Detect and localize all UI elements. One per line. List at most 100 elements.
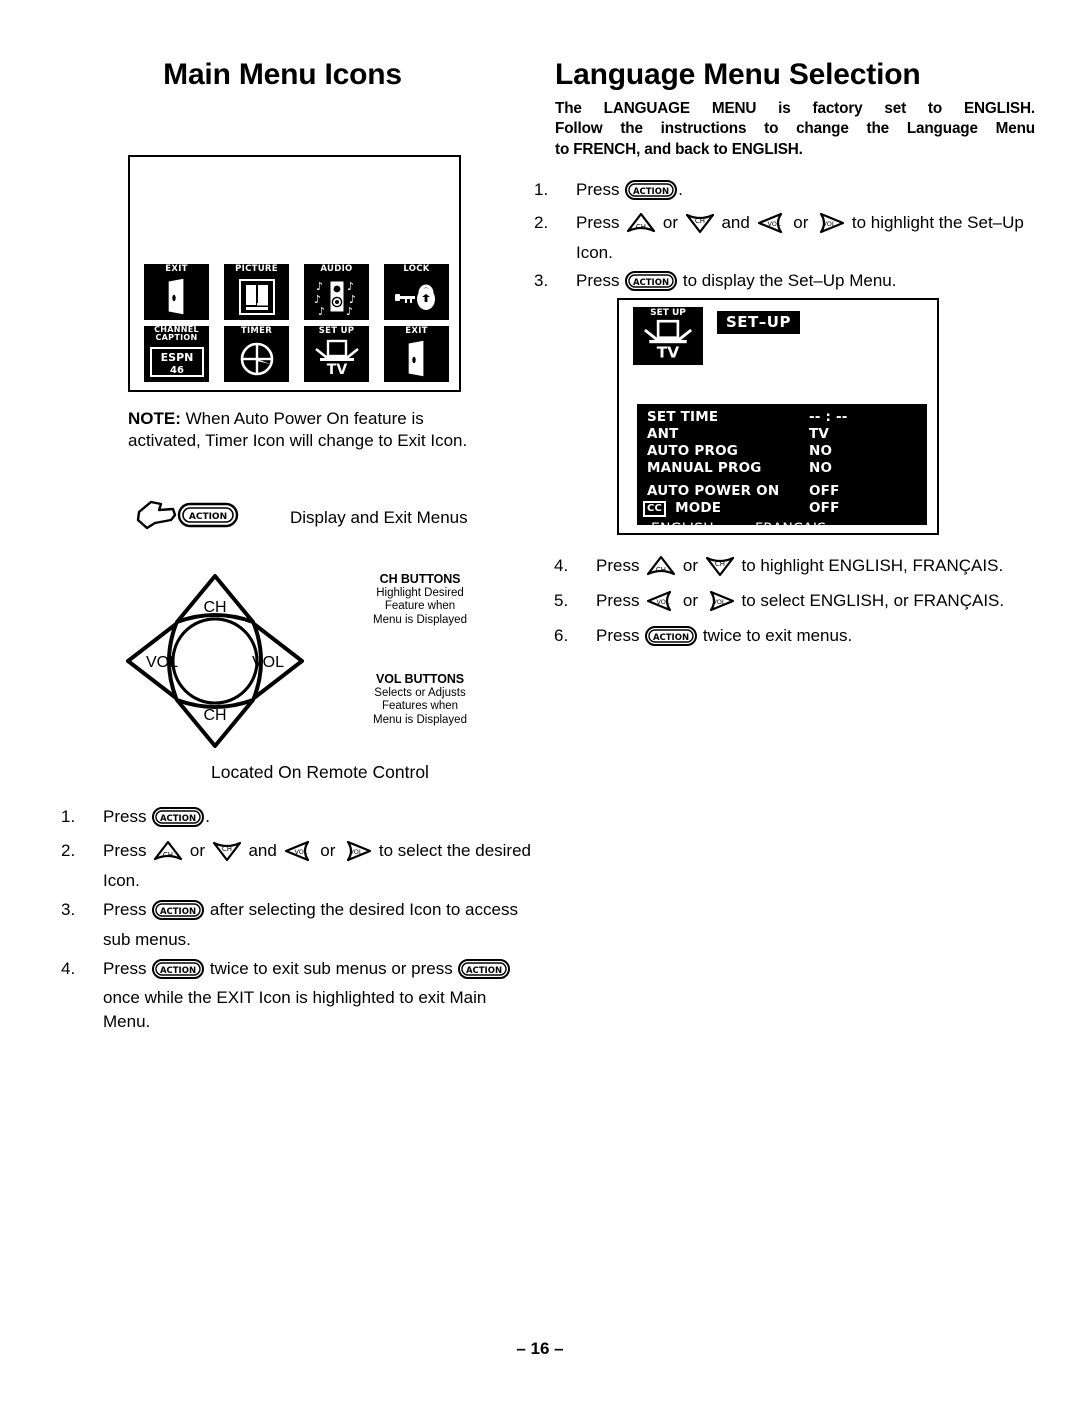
- menu-icon-lock[interactable]: LOCK: [384, 264, 449, 320]
- setup-row-cc-mode[interactable]: CC MODE OFF: [637, 500, 927, 517]
- menu-icon-set-up[interactable]: SET UP TV: [633, 307, 703, 365]
- step-text: Press: [596, 626, 645, 646]
- step-text: twice to exit menus.: [698, 626, 853, 646]
- menu-icon-audio[interactable]: AUDIO ♪ ♪ ♪ ♪ ♪ ♪: [304, 264, 369, 320]
- setup-row-value: -- : --: [809, 409, 848, 425]
- step-text: or: [658, 213, 683, 233]
- display-exit-menus-label: Display and Exit Menus: [290, 507, 468, 527]
- ch-down-key-icon: CH: [212, 840, 242, 869]
- step-number: 2.: [61, 841, 76, 861]
- vol-left-key-icon: VOL: [757, 212, 787, 241]
- setup-row-label: ANT: [647, 426, 679, 442]
- action-key-icon: ACTION: [645, 626, 698, 653]
- svg-text:VOL: VOL: [657, 598, 670, 606]
- ch-buttons-line3: Menu is Displayed: [373, 613, 467, 626]
- svg-text:♪: ♪: [316, 280, 323, 293]
- step-number: 1.: [61, 807, 76, 826]
- setup-row-auto-prog[interactable]: AUTO PROG NO: [637, 443, 927, 460]
- step-text: once while the EXIT Icon is highlighted …: [103, 987, 487, 1031]
- language-option-francais[interactable]: FRANCAIS: [755, 521, 826, 537]
- svg-text:♪: ♪: [347, 280, 354, 293]
- svg-text:ACTION: ACTION: [189, 512, 227, 522]
- menu-icon-channel-caption[interactable]: CHANNEL CAPTION ESPN 46: [144, 326, 209, 382]
- channel-number-text: 46: [170, 365, 184, 376]
- svg-text:VOL: VOL: [823, 220, 836, 228]
- intro-line-1: The LANGUAGE MENU is factory set to ENGL…: [555, 100, 1035, 117]
- svg-text:VOL: VOL: [712, 598, 725, 606]
- dpad-vol-left: VOL: [126, 622, 178, 700]
- dpad-ch-down: CH: [175, 698, 255, 748]
- setup-row-set-time[interactable]: SET TIME -- : --: [637, 409, 927, 426]
- svg-text:VOL: VOL: [294, 848, 307, 856]
- language-steps-bottom-list: 4. Press CH or CH to highlight ENGLISH, …: [548, 554, 1048, 658]
- tv-stand-icon: TV: [633, 319, 703, 363]
- menu-icon-label: EXIT: [165, 264, 188, 274]
- menu-icon-exit-2[interactable]: EXIT: [384, 326, 449, 382]
- step-text: or: [185, 841, 210, 861]
- dpad-cluster: CH CH VOL VOL: [120, 570, 310, 757]
- tv-stand-icon: TV: [304, 338, 369, 380]
- hand-pointing-action-icon: ACTION: [135, 498, 240, 537]
- note-label: NOTE:: [128, 409, 181, 428]
- menu-icon-label: LOCK: [403, 264, 430, 274]
- step-text: Press: [103, 958, 152, 978]
- step-item: 3. Press ACTION after selecting the desi…: [55, 898, 535, 951]
- dpad-ch-up: CH: [175, 574, 255, 624]
- menu-icon-picture[interactable]: PICTURE: [224, 264, 289, 320]
- action-key-icon: ACTION: [625, 180, 678, 207]
- step-item: 2. Press CH or CH and VOL or VOL to high…: [528, 211, 1038, 265]
- setup-row-label: AUTO POWER ON: [647, 483, 780, 499]
- step-number: 3.: [534, 271, 549, 291]
- step-text: or: [788, 213, 814, 233]
- step-item: 1. Press ACTION .: [55, 805, 535, 834]
- svg-text:CH: CH: [695, 217, 705, 225]
- svg-text:ACTION: ACTION: [160, 907, 196, 917]
- menu-icon-set-up[interactable]: SET UP TV: [304, 326, 369, 382]
- main-menu-icon-grid: EXIT PICTURE AUDIO ♪ ♪ ♪ ♪ ♪ ♪ LOCK CHAN…: [144, 264, 449, 382]
- ch-buttons-description: CH BUTTONS Highlight Desired Feature whe…: [320, 572, 520, 627]
- setup-title-banner: SET–UP: [717, 311, 800, 334]
- menu-icon-timer[interactable]: TIMER: [224, 326, 289, 382]
- setup-row-auto-power-on[interactable]: AUTO POWER ON OFF: [637, 483, 927, 500]
- step-number: 5.: [554, 591, 569, 611]
- key-padlock-icon: [384, 276, 449, 318]
- step-number: 1.: [534, 180, 549, 199]
- page-title-language-menu: Language Menu Selection: [555, 58, 921, 91]
- channel-caption-icon: ESPN 46: [144, 346, 209, 380]
- step-number: 3.: [61, 900, 76, 920]
- step-number: 2.: [534, 213, 549, 233]
- setup-row-manual-prog[interactable]: MANUAL PROG NO: [637, 460, 927, 477]
- svg-text:CH: CH: [636, 223, 646, 231]
- intro-line-3: to FRENCH, and back to ENGLISH.: [555, 140, 803, 158]
- ch-buttons-line2: Feature when: [384, 600, 456, 613]
- svg-text:ACTION: ACTION: [160, 814, 196, 824]
- step-item: 5. Press VOL or VOL to select ENGLISH, o…: [548, 589, 1048, 619]
- step-item: 4. Press CH or CH to highlight ENGLISH, …: [548, 554, 1048, 584]
- svg-text:ACTION: ACTION: [160, 966, 196, 976]
- vol-buttons-line1: Selects or Adjusts: [374, 686, 466, 699]
- step-text: Press: [576, 271, 625, 291]
- language-option-english[interactable]: ENGLISH: [651, 521, 714, 537]
- vol-left-key-icon: VOL: [284, 840, 314, 869]
- svg-text:♪: ♪: [318, 305, 325, 317]
- svg-text:CH: CH: [163, 851, 173, 859]
- svg-text:ACTION: ACTION: [633, 278, 669, 288]
- setup-row-value: NO: [809, 443, 833, 459]
- menu-icon-label: PICTURE: [235, 264, 278, 274]
- setup-row-languages[interactable]: ENGLISH FRANCAIS: [637, 521, 927, 539]
- step-text: to select ENGLISH, or FRANÇAIS.: [736, 591, 1005, 611]
- menu-icon-exit[interactable]: EXIT: [144, 264, 209, 320]
- setup-menu-screen: SET UP TV SET–UP SET TIME -- : -- ANT TV: [617, 298, 939, 537]
- step-text: to highlight ENGLISH, FRANÇAIS.: [736, 556, 1004, 575]
- setup-row-label: AUTO PROG: [647, 443, 739, 459]
- menu-icon-label: AUDIO: [320, 264, 353, 274]
- step-text: or: [678, 556, 703, 575]
- action-hand-row: ACTION Display and Exit Menus: [135, 498, 535, 537]
- channel-name-text: ESPN: [160, 351, 193, 364]
- main-menu-steps-list: 1. Press ACTION . 2. Press CH or CH and …: [55, 805, 535, 1039]
- step-text: or: [678, 591, 703, 611]
- vol-right-key-icon: VOL: [705, 590, 735, 619]
- setup-row-ant[interactable]: ANT TV: [637, 426, 927, 443]
- svg-text:ACTION: ACTION: [466, 966, 502, 976]
- door-icon: [144, 276, 209, 318]
